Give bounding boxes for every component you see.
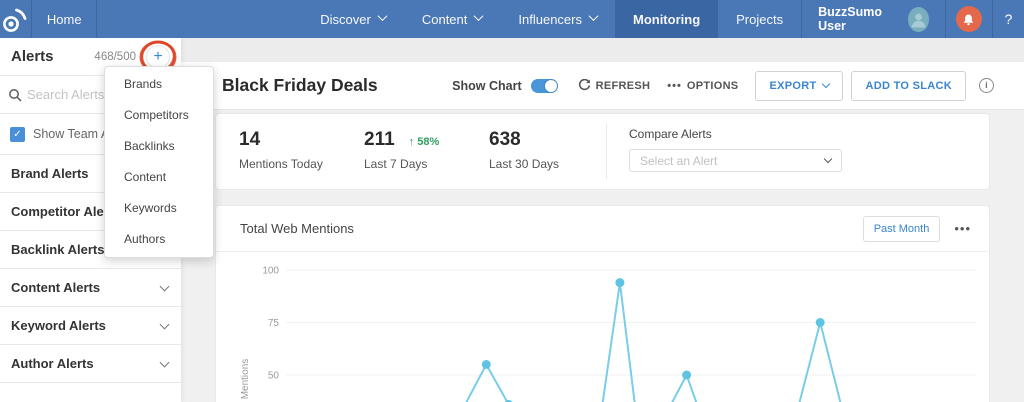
help-icon: ? xyxy=(1005,11,1013,27)
show-chart-label: Show Chart xyxy=(452,79,521,93)
add-to-slack-button[interactable]: ADD TO SLACK xyxy=(851,71,966,101)
export-label: EXPORT xyxy=(769,80,816,92)
main-content: Black Friday Deals Show Chart REFRESH ••… xyxy=(181,38,1024,402)
dropdown-item-keywords[interactable]: Keywords xyxy=(105,193,213,224)
nav-tab-influencers[interactable]: Influencers xyxy=(500,0,615,38)
info-icon[interactable]: i xyxy=(979,78,994,93)
svg-text:Mentions: Mentions xyxy=(240,359,251,400)
chevron-down-icon xyxy=(824,155,832,163)
chevron-down-icon xyxy=(377,11,387,21)
sidebar-item-content-alerts[interactable]: Content Alerts xyxy=(0,269,181,307)
nav-tab-discover[interactable]: Discover xyxy=(302,0,404,38)
ellipsis-icon: ••• xyxy=(667,80,682,92)
stat-last-7-days: 211 ↑ 58% Last 7 Days xyxy=(364,129,439,171)
top-navbar: Home Discover Content Influencers Monito… xyxy=(0,0,1024,38)
nav-tab-label: Home xyxy=(47,12,82,27)
nav-tab-label: Influencers xyxy=(518,12,582,27)
svg-text:100: 100 xyxy=(262,266,279,277)
export-button[interactable]: EXPORT xyxy=(755,71,843,101)
chevron-down-icon xyxy=(474,11,484,21)
add-alert-button[interactable]: + xyxy=(146,45,170,69)
mentions-line-chart: 50 75 100 Mentions xyxy=(216,252,989,402)
dropdown-item-backlinks[interactable]: Backlinks xyxy=(105,131,213,162)
sidebar-item-keyword-alerts[interactable]: Keyword Alerts xyxy=(0,307,181,345)
chevron-down-icon xyxy=(160,319,170,329)
nav-tab-label: Monitoring xyxy=(633,12,700,27)
slack-label: ADD TO SLACK xyxy=(865,80,952,92)
nav-tab-label: Discover xyxy=(320,12,371,27)
options-label: OPTIONS xyxy=(687,80,739,92)
chevron-down-icon xyxy=(160,281,170,291)
nav-tab-projects[interactable]: Projects xyxy=(718,0,801,38)
page-title: Black Friday Deals xyxy=(222,75,378,96)
delta-up-badge: ↑ 58% xyxy=(409,136,440,148)
chevron-down-icon xyxy=(589,11,599,21)
nav-tab-label: Content xyxy=(422,12,468,27)
show-chart-toggle[interactable] xyxy=(531,79,558,93)
section-label: Content Alerts xyxy=(11,280,100,295)
user-name: BuzzSumo User xyxy=(818,5,899,33)
refresh-icon xyxy=(578,79,591,92)
svg-text:50: 50 xyxy=(268,371,280,382)
dropdown-item-competitors[interactable]: Competitors xyxy=(105,100,213,131)
compare-alerts-label: Compare Alerts xyxy=(629,127,842,141)
stat-mentions-today: 14 Mentions Today xyxy=(239,129,323,171)
more-options-icon[interactable]: ••• xyxy=(954,221,971,236)
divider xyxy=(606,124,607,179)
section-label: Author Alerts xyxy=(11,356,94,371)
refresh-label: REFRESH xyxy=(596,80,651,92)
nav-tab-monitoring[interactable]: Monitoring xyxy=(615,0,718,38)
svg-text:75: 75 xyxy=(268,318,280,329)
dropdown-item-authors[interactable]: Authors xyxy=(105,224,213,255)
chart-title: Total Web Mentions xyxy=(240,221,354,236)
search-icon xyxy=(8,88,22,102)
mentions-stats-card: 14 Mentions Today 211 ↑ 58% Last 7 Days … xyxy=(215,113,990,190)
stat-last-30-days: 638 Last 30 Days xyxy=(489,129,559,171)
sidebar-item-author-alerts[interactable]: Author Alerts xyxy=(0,345,181,383)
stat-label: Last 30 Days xyxy=(489,157,559,171)
stat-label: Last 7 Days xyxy=(364,157,439,171)
refresh-button[interactable]: REFRESH xyxy=(578,79,651,92)
stat-value: 638 xyxy=(489,129,521,151)
chevron-down-icon xyxy=(160,357,170,367)
show-team-alerts-checkbox[interactable]: ✓ xyxy=(10,127,25,142)
section-label: Keyword Alerts xyxy=(11,318,106,333)
section-label: Brand Alerts xyxy=(11,166,89,181)
nav-tab-label: Projects xyxy=(736,12,783,27)
nav-tab-home[interactable]: Home xyxy=(31,0,97,38)
sidebar-title: Alerts xyxy=(11,48,54,65)
bell-icon xyxy=(956,6,982,32)
dropdown-item-brands[interactable]: Brands xyxy=(105,69,213,100)
stat-value: 14 xyxy=(239,129,260,151)
stat-label: Mentions Today xyxy=(239,157,323,171)
select-placeholder: Select an Alert xyxy=(640,154,717,168)
notifications-button[interactable] xyxy=(945,0,992,38)
stat-value: 211 xyxy=(364,129,395,151)
avatar xyxy=(908,7,929,32)
options-button[interactable]: ••• OPTIONS xyxy=(667,80,738,92)
alert-header: Black Friday Deals Show Chart REFRESH ••… xyxy=(181,62,1024,110)
buzzsumo-logo-icon[interactable] xyxy=(0,0,31,38)
nav-tab-content[interactable]: Content xyxy=(404,0,501,38)
total-web-mentions-card: Total Web Mentions Past Month ••• 50 75 10… xyxy=(215,205,990,402)
user-menu[interactable]: BuzzSumo User xyxy=(801,0,945,38)
add-alert-dropdown: Brands Competitors Backlinks Content Key… xyxy=(104,66,214,258)
alerts-quota: 468/500 xyxy=(94,51,136,63)
chevron-down-icon xyxy=(822,80,830,88)
select-alert-dropdown[interactable]: Select an Alert xyxy=(629,149,842,172)
past-month-button[interactable]: Past Month xyxy=(863,216,941,242)
help-button[interactable]: ? xyxy=(992,0,1024,38)
section-label: Backlink Alerts xyxy=(11,242,104,257)
dropdown-item-content[interactable]: Content xyxy=(105,162,213,193)
top-strip xyxy=(181,38,1024,62)
compare-alerts: Compare Alerts Select an Alert xyxy=(629,127,842,172)
